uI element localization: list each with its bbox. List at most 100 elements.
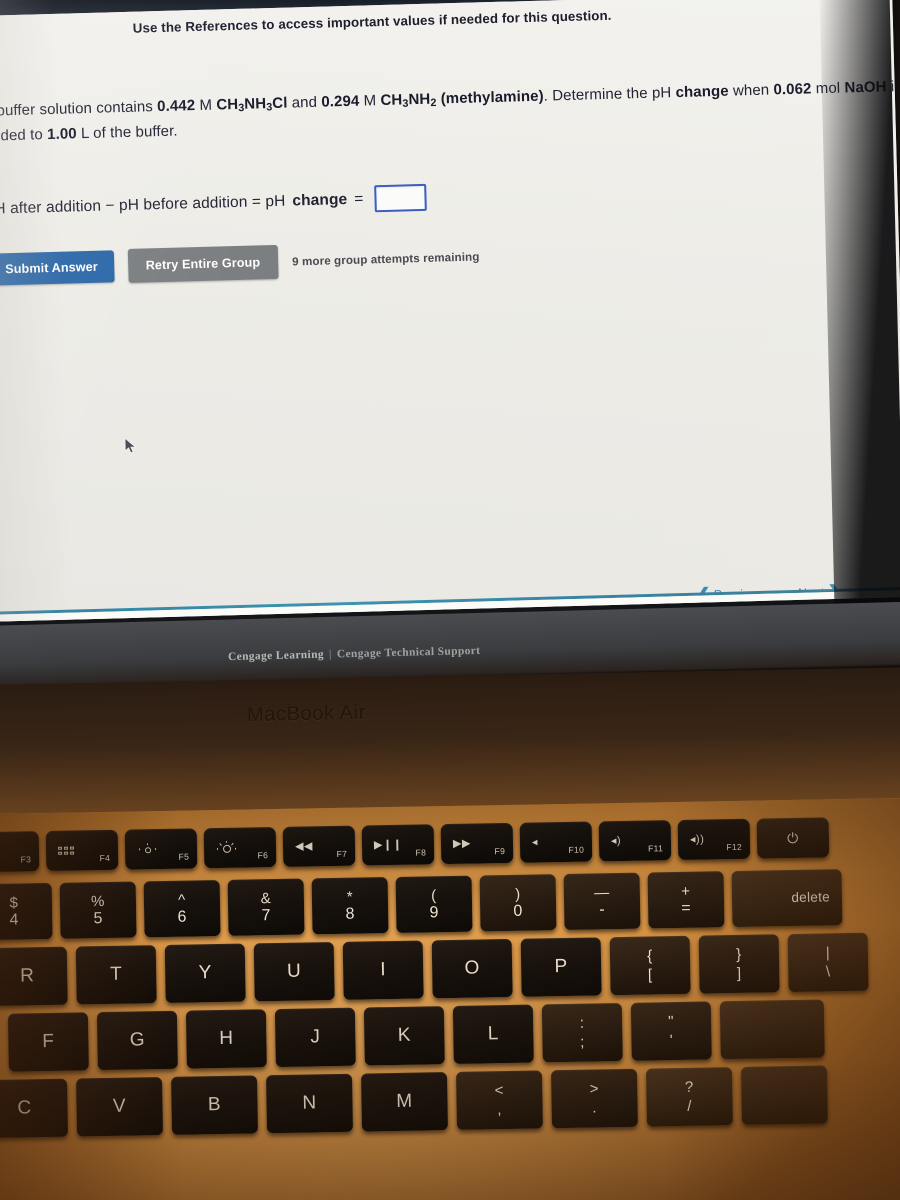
key-r-label: R	[19, 965, 35, 987]
question-text-2: and	[287, 93, 322, 112]
key-return[interactable]	[719, 999, 825, 1060]
key-g-label: G	[129, 1029, 146, 1051]
key-semicolon[interactable]: : ;	[541, 1002, 623, 1063]
key-period[interactable]: > .	[550, 1068, 638, 1129]
key-p-label: P	[554, 955, 568, 978]
moles-naoh: 0.062	[773, 80, 812, 99]
key-quote[interactable]: " '	[630, 1001, 712, 1061]
emphasis-change: change	[675, 82, 729, 102]
question-text-4: when	[728, 81, 774, 100]
retry-entire-group-button[interactable]: Retry Entire Group	[127, 244, 279, 283]
key-y-label: Y	[198, 962, 212, 984]
unit-2: M	[359, 92, 381, 110]
key-g[interactable]: G	[96, 1010, 178, 1071]
key-f5[interactable]: F5	[124, 828, 198, 870]
key-4[interactable]: $ 4	[0, 882, 53, 941]
key-f8-label: F8	[415, 847, 427, 858]
key-minus-upper: —	[593, 883, 610, 901]
key-equals[interactable]: + =	[647, 871, 725, 929]
key-right-bracket-lower: ]	[736, 964, 742, 982]
equation-prefix: pH after addition − pH before addition =…	[0, 192, 286, 218]
key-h[interactable]: H	[185, 1009, 267, 1069]
key-power[interactable]: ⏻	[756, 817, 830, 859]
key-f11[interactable]: ◂) F11	[598, 820, 672, 862]
volume-value: 1.00	[46, 125, 77, 143]
key-4-upper: $	[9, 894, 19, 912]
key-8-upper: *	[346, 888, 354, 906]
key-4-lower: 4	[9, 911, 20, 929]
footer-separator: |	[328, 648, 333, 661]
key-u[interactable]: U	[253, 942, 335, 1002]
question-page: Use the References to access important v…	[0, 0, 900, 623]
keyboard-function-row: F3 F4 F5 F6 ◀◀ F7 ▶❙❙ F8 ▶▶ F9 ◂ F10 ◂) …	[0, 817, 836, 873]
key-9[interactable]: ( 9	[395, 875, 473, 933]
key-9-lower: 9	[429, 903, 440, 921]
key-u-label: U	[286, 960, 302, 982]
key-f-label: F	[42, 1030, 55, 1053]
key-7[interactable]: & 7	[227, 878, 305, 936]
key-8[interactable]: * 8	[311, 877, 389, 935]
key-0-upper: )	[514, 885, 521, 903]
launchpad-grid-icon	[57, 846, 75, 856]
unit-1: M	[194, 96, 217, 115]
key-slash-lower: /	[687, 1097, 693, 1115]
key-k-label: K	[397, 1024, 412, 1046]
key-f3[interactable]: F3	[0, 831, 40, 873]
key-f[interactable]: F	[7, 1012, 89, 1072]
key-f5-label: F5	[178, 851, 190, 862]
concentration-2: 0.294	[321, 92, 360, 111]
key-v[interactable]: V	[76, 1077, 164, 1137]
play-pause-icon: ▶❙❙	[373, 838, 403, 851]
cengage-learning-link[interactable]: Cengage Learning	[228, 649, 324, 663]
key-5-upper: %	[90, 892, 106, 910]
key-slash[interactable]: ? /	[645, 1067, 733, 1127]
key-8-lower: 8	[345, 905, 356, 923]
key-f9[interactable]: ▶▶ F9	[440, 822, 514, 865]
key-r[interactable]: R	[0, 946, 68, 1007]
key-f4[interactable]: F4	[45, 829, 119, 872]
key-t[interactable]: T	[75, 945, 157, 1005]
key-b[interactable]: B	[171, 1075, 259, 1135]
key-comma[interactable]: < ,	[455, 1070, 543, 1130]
key-f7[interactable]: ◀◀ F7	[282, 825, 356, 867]
key-o[interactable]: O	[431, 938, 513, 999]
keyboard-qwerty-row: R T Y U I O P { [ } ] | \	[0, 932, 878, 1007]
key-f8[interactable]: ▶❙❙ F8	[361, 824, 435, 866]
key-backslash[interactable]: | \	[787, 932, 869, 993]
key-left-bracket-lower: [	[647, 966, 653, 984]
key-n-label: N	[302, 1092, 317, 1114]
question-text-7: L of the buffer.	[76, 122, 178, 143]
keyboard-home-row: F G H J K L : ; " '	[7, 999, 834, 1072]
keyboard: F3 F4 F5 F6 ◀◀ F7 ▶❙❙ F8 ▶▶ F9 ◂ F10 ◂) …	[0, 797, 900, 1200]
ph-change-input[interactable]	[374, 183, 427, 213]
key-l-label: L	[487, 1023, 500, 1045]
fast-forward-icon: ▶▶	[452, 837, 472, 850]
key-f6[interactable]: F6	[203, 827, 277, 869]
question-text-1: A buffer solution contains	[0, 98, 158, 120]
key-f9-label: F9	[494, 846, 506, 857]
key-0[interactable]: ) 0	[479, 874, 557, 932]
key-t-label: T	[109, 963, 123, 985]
key-right-shift[interactable]	[740, 1065, 828, 1125]
key-c[interactable]: C	[0, 1078, 69, 1139]
key-f12[interactable]: ◂)) F12	[677, 818, 751, 860]
key-y[interactable]: Y	[164, 943, 246, 1003]
key-j[interactable]: J	[274, 1007, 356, 1068]
key-f10[interactable]: ◂ F10	[519, 821, 593, 863]
key-l[interactable]: L	[452, 1004, 534, 1064]
key-5[interactable]: % 5	[59, 881, 137, 939]
mouse-cursor	[124, 437, 138, 455]
key-right-bracket[interactable]: } ]	[698, 934, 780, 994]
key-minus[interactable]: — -	[563, 872, 641, 930]
key-i[interactable]: I	[342, 940, 424, 1000]
key-delete[interactable]: delete	[731, 869, 843, 928]
key-m[interactable]: M	[360, 1072, 448, 1132]
key-k[interactable]: K	[363, 1006, 445, 1066]
submit-answer-button[interactable]: Submit Answer	[0, 250, 115, 286]
key-period-upper: >	[589, 1080, 600, 1098]
key-n[interactable]: N	[266, 1073, 354, 1134]
key-left-bracket[interactable]: { [	[609, 935, 691, 996]
key-p[interactable]: P	[520, 937, 602, 997]
key-6[interactable]: ^ 6	[143, 880, 221, 938]
macbook-air-label: MacBook Air	[246, 701, 367, 727]
